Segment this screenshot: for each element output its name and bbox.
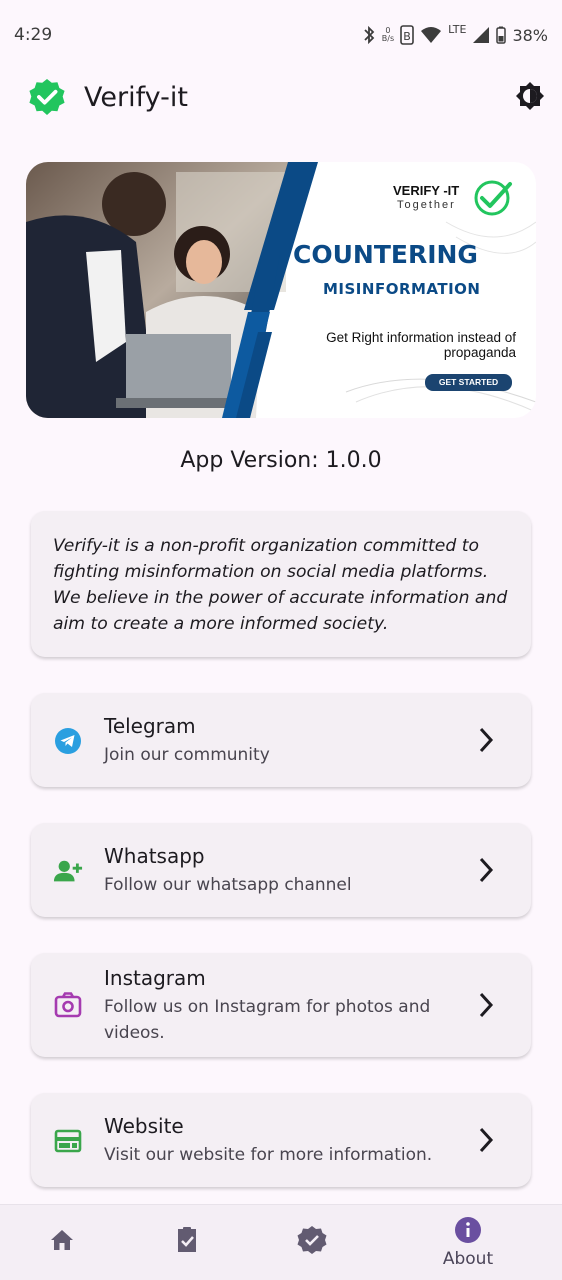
status-icons: 0 B/s B LTE 38%	[362, 22, 548, 45]
signal-icon	[473, 27, 490, 43]
about-text: Verify-it is a non-profit organization c…	[53, 536, 508, 634]
banner-tagline: Together	[397, 199, 456, 211]
verified-icon	[297, 1226, 327, 1254]
whatsapp-card[interactable]: Whatsapp Follow our whatsapp channel	[31, 823, 531, 917]
promo-banner: VERIFY -IT Together COUNTERING MISINFORM…	[26, 162, 536, 418]
link-subtitle: Join our community	[104, 745, 270, 765]
group-add-icon	[53, 856, 83, 886]
link-title: Telegram	[104, 714, 196, 738]
banner-body: Get Right information instead of propaga…	[326, 330, 516, 360]
camera-icon	[53, 990, 83, 1020]
bottom-navigation: About	[0, 1204, 562, 1280]
verified-badge-icon	[29, 78, 65, 116]
app-bar: Verify-it	[0, 70, 562, 124]
website-card[interactable]: Website Visit our website for more infor…	[31, 1093, 531, 1187]
nav-home[interactable]	[12, 1205, 112, 1280]
telegram-icon	[53, 726, 83, 756]
nav-verified[interactable]	[262, 1205, 362, 1280]
instagram-card[interactable]: Instagram Follow us on Instagram for pho…	[31, 953, 531, 1057]
telegram-text: Telegram Join our community	[104, 713, 461, 768]
banner-cta-label[interactable]: GET STARTED	[425, 377, 512, 387]
brightness-icon[interactable]	[514, 80, 546, 112]
wifi-icon	[421, 27, 442, 43]
app-version: App Version: 1.0.0	[180, 448, 382, 473]
chevron-right-icon	[479, 857, 494, 883]
status-time: 4:29	[14, 25, 53, 45]
about-card: Verify-it is a non-profit organization c…	[31, 511, 531, 657]
status-bar: 4:29 0 B/s B LTE 38%	[0, 0, 562, 70]
battery-percent: 38%	[512, 25, 548, 45]
link-title: Instagram	[104, 966, 206, 990]
bluetooth-icon	[364, 25, 375, 45]
battery-icon	[496, 26, 507, 44]
banner-headline: COUNTERING	[293, 240, 478, 269]
net-speed-unit: B/s	[381, 34, 395, 43]
instagram-text: Instagram Follow us on Instagram for pho…	[104, 965, 461, 1046]
b-badge-icon: B	[400, 25, 414, 45]
fact-check-icon	[178, 1227, 196, 1252]
banner-subheadline: MISINFORMATION	[323, 280, 481, 298]
chevron-right-icon	[479, 1127, 494, 1153]
nav-about[interactable]: About	[418, 1205, 518, 1280]
info-icon	[455, 1217, 481, 1243]
link-title: Whatsapp	[104, 844, 205, 868]
app-title: Verify-it	[84, 81, 188, 113]
telegram-card[interactable]: Telegram Join our community	[31, 693, 531, 787]
chevron-right-icon	[479, 727, 494, 753]
web-icon	[53, 1126, 83, 1156]
nav-fact-check[interactable]	[137, 1205, 237, 1280]
link-subtitle: Follow our whatsapp channel	[104, 875, 352, 895]
net-speed: 0 B/s	[382, 27, 394, 43]
whatsapp-text: Whatsapp Follow our whatsapp channel	[104, 843, 461, 898]
link-subtitle: Visit our website for more information.	[104, 1145, 433, 1165]
banner-brand: VERIFY -IT	[393, 183, 460, 198]
chevron-right-icon	[479, 992, 494, 1018]
link-subtitle: Follow us on Instagram for photos and vi…	[104, 997, 431, 1043]
website-text: Website Visit our website for more infor…	[104, 1113, 461, 1168]
svg-text:B: B	[403, 30, 411, 43]
nav-about-label: About	[442, 1249, 494, 1269]
network-type: LTE	[448, 22, 467, 36]
home-icon	[51, 1230, 73, 1250]
link-title: Website	[104, 1114, 184, 1138]
